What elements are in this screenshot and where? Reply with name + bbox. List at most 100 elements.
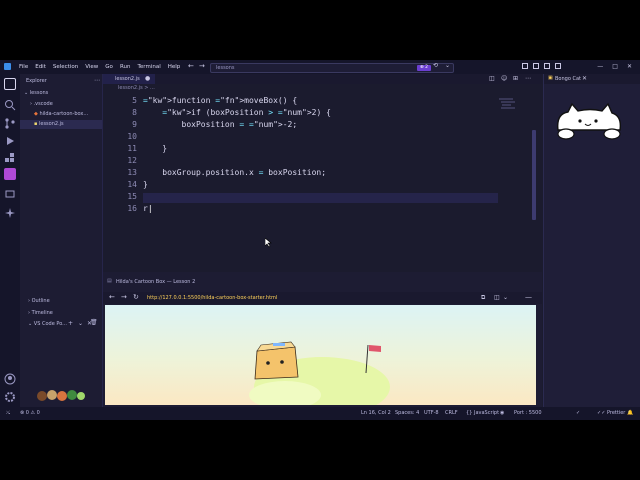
vscode-window: File Edit Selection View Go Run Terminal… [0,60,640,420]
menu-terminal[interactable]: Terminal [137,64,160,70]
more-actions-icon[interactable]: ⋯ [94,77,100,84]
unsaved-dot-icon[interactable]: ● [145,75,150,82]
sync-icon[interactable]: ⟲ [433,62,438,69]
chevron-down-icon[interactable]: ⌄ [503,294,508,301]
activity-bar [0,74,20,407]
maximize-icon[interactable]: □ [612,63,618,70]
extensions-icon[interactable] [4,150,16,162]
layout-secondary-icon[interactable] [544,63,550,69]
section-outline[interactable]: › Outline [28,298,50,304]
add-pet-icon[interactable]: + [68,320,73,327]
line-number: 11 [127,144,137,153]
file-html[interactable]: ◆ hilda-cartoon-box... [34,111,88,117]
account-icon[interactable] [4,370,16,385]
code-editor[interactable]: 5 ="kw">function ="fn">moveBox() { 8 ="kw"… [103,92,542,272]
remote-explorer-icon[interactable] [4,186,16,198]
back-arrow-icon[interactable]: ← [188,62,194,70]
prettier-status[interactable]: ✓✓ Prettier [597,410,625,416]
chevron-down-icon[interactable]: ⌄ [445,62,450,69]
language-mode[interactable]: JavaScript [474,410,499,416]
section-timeline[interactable]: › Timeline [28,310,53,316]
run-debug-icon[interactable] [4,132,16,145]
split-icon[interactable]: ◫ [494,294,500,301]
explorer-files-icon[interactable] [4,78,16,90]
copilot-status-icon[interactable]: ◉ [500,410,504,416]
live-preview-panel: ▤ Hilda's Cartoon Box — Lesson 2 ← → ↻ h… [103,272,542,407]
open-browser-icon[interactable]: ⧉ [481,294,485,302]
preview-url[interactable]: http://127.0.0.1:5500/hilda-cartoon-box-… [147,295,277,301]
close-tab-icon[interactable]: ✕ [582,75,587,82]
menu-selection[interactable]: Selection [53,64,78,70]
editor-scrollbar[interactable] [532,130,536,220]
reload-icon[interactable]: ↻ [133,293,139,301]
trash-icon[interactable]: 🗑 [90,319,98,326]
close-window-icon[interactable]: ✕ [627,63,632,70]
pet-chevron-icon[interactable]: ⌄ [78,320,83,327]
more-actions-icon[interactable]: ⋯ [525,75,531,82]
forward-arrow-icon[interactable]: → [199,62,205,70]
cursor-position[interactable]: Ln 16, Col 2 [361,410,391,416]
tab-lesson2[interactable]: lesson2.js ● [103,74,155,84]
code-line[interactable]: ="kw">function ="fn">moveBox() { [143,96,297,105]
menu-bar: File Edit Selection View Go Run Terminal… [19,64,180,70]
layout-sidebar-icon[interactable] [522,63,528,69]
split-editor-icon[interactable]: ◫ [489,75,495,82]
minimap[interactable] [499,96,517,110]
menu-go[interactable]: Go [105,64,113,70]
bongo-cat-tab-icon: ▣ [548,75,553,81]
code-line[interactable]: boxPosition = ="num">-2; [143,120,298,129]
minimize-panel-icon[interactable]: — [525,293,532,301]
bongo-cat-icon[interactable]: ☺ [501,75,507,82]
customize-layout-icon[interactable] [555,63,561,69]
settings-gear-icon[interactable] [4,388,16,402]
braces-icon[interactable]: {} [466,410,472,416]
code-line[interactable]: } [143,144,167,153]
code-line[interactable]: boxGroup.position.x = boxPosition; [143,168,326,177]
line-number: 9 [132,120,137,129]
line-ending[interactable]: CRLF [445,410,458,416]
minimize-icon[interactable]: — [597,63,603,70]
forward-arrow-icon[interactable]: → [121,293,127,301]
text-cursor: | [147,204,153,213]
menu-edit[interactable]: Edit [35,64,46,70]
bell-icon[interactable]: ✓ [576,410,580,416]
search-icon[interactable] [4,96,16,111]
line-number: 5 [132,96,137,105]
code-line[interactable]: ="kw">if (boxPosition > ="num">2) { [143,108,331,117]
line-number: 8 [132,108,137,117]
folder-vscode[interactable]: › .vscode [30,101,53,107]
check-icon: ✓✓ [597,410,607,416]
explorer-title: Explorer [26,78,47,84]
copilot-icon[interactable] [4,168,16,180]
problems-count[interactable]: ⊗ 0 ⚠ 0 [20,410,40,416]
encoding[interactable]: UTF-8 [424,410,439,416]
folder-root[interactable]: ⌄ lessons [24,90,48,96]
command-center[interactable]: lessons ⊕ 2 [210,63,454,73]
file-js[interactable]: ▪ lesson2.js [34,121,64,127]
menu-help[interactable]: Help [168,64,181,70]
breadcrumb[interactable]: lesson2.js > ... [118,85,155,91]
section-outline-label: Outline [31,298,50,304]
preview-title[interactable]: Hilda's Cartoon Box — Lesson 2 [116,279,195,285]
notifications-icon[interactable]: 🔔 [627,410,633,416]
bongo-cat-tabbar: ▣ Bongo Cat ✕ [544,74,640,84]
open-preview-icon[interactable]: ⊞ [513,75,518,82]
section-vscode-pets[interactable]: ⌄ VS Code Po... [28,321,67,327]
code-line[interactable]: r| [143,204,153,213]
menu-view[interactable]: View [85,64,98,70]
prettier-label: Prettier [606,410,626,416]
indentation[interactable]: Spaces: 4 [395,410,419,416]
live-server-port[interactable]: Port : 5500 [514,410,542,416]
file-html-label: hilda-cartoon-box... [39,111,89,117]
copilot-badge[interactable]: ⊕ 2 [417,65,431,71]
bongo-cat-tab-label[interactable]: Bongo Cat [555,76,581,82]
layout-panel-icon[interactable] [533,63,539,69]
menu-file[interactable]: File [19,64,28,70]
source-control-icon[interactable] [4,114,16,129]
live-share-icon[interactable] [4,204,16,218]
back-arrow-icon[interactable]: ← [109,293,115,301]
remote-icon[interactable]: ⤯ [6,410,10,416]
preview-canvas[interactable] [105,305,536,405]
code-line[interactable]: } [143,180,148,189]
menu-run[interactable]: Run [120,64,131,70]
